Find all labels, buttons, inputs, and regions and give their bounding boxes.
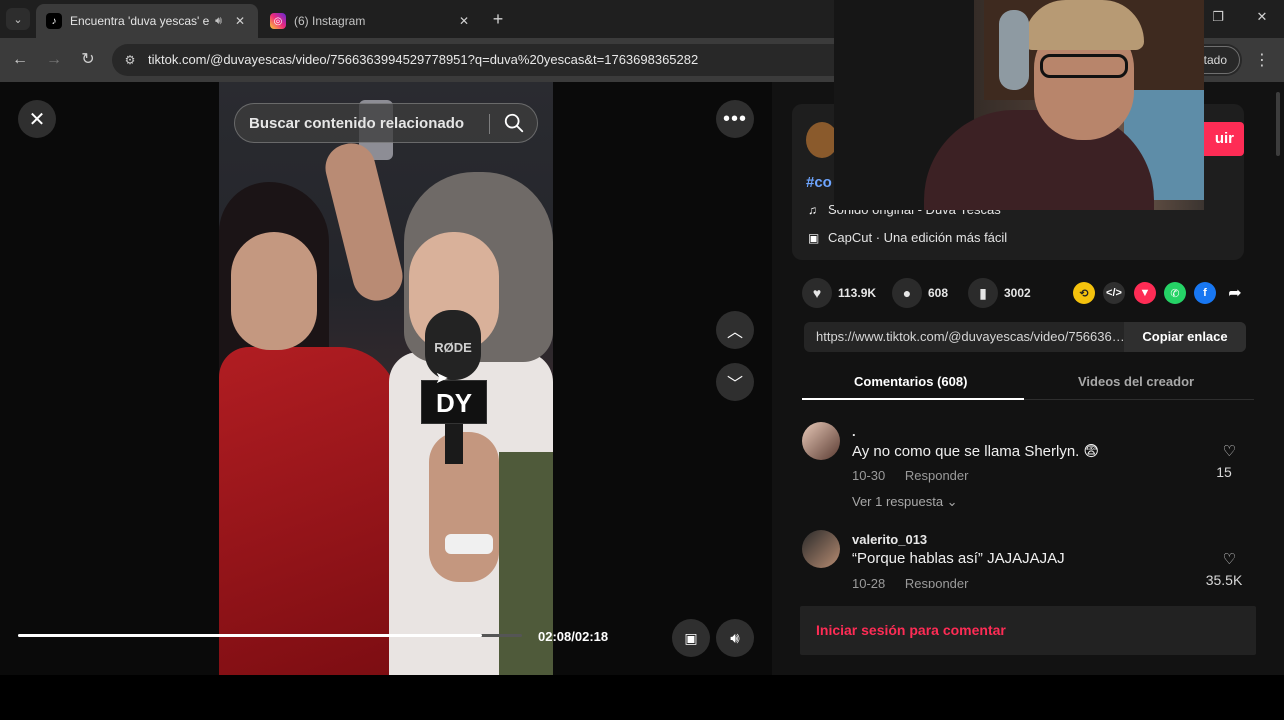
- side-panel-scrollbar[interactable]: [1276, 92, 1280, 156]
- miniplayer-icon[interactable]: ▣: [672, 619, 710, 657]
- video-scene: [445, 534, 493, 554]
- video-scene: [429, 432, 499, 582]
- comment-count: 608: [928, 286, 949, 300]
- webcam-person: [1024, 0, 1144, 50]
- video-scene: [219, 347, 399, 675]
- share-arrow-icon[interactable]: ➦: [1224, 282, 1246, 304]
- forward-icon[interactable]: →: [44, 50, 64, 70]
- capcut-icon: ▣: [808, 231, 820, 245]
- volume-icon[interactable]: 🔊︎: [716, 619, 754, 657]
- video-frame[interactable]: RØDE DY ➤: [219, 82, 553, 675]
- tiktok-icon: ♪: [46, 13, 62, 29]
- video-time: 02:08/02:18: [538, 629, 609, 644]
- search-icon[interactable]: [503, 112, 525, 134]
- restore-window-icon[interactable]: ❐: [1208, 9, 1228, 25]
- comment-text: Ay no como que se llama Sherlyn. 😨: [852, 443, 1100, 460]
- video-progress-fill: [18, 634, 483, 637]
- comment-like-count: 15: [1216, 464, 1232, 480]
- search-placeholder: Buscar contenido relacionado: [249, 115, 465, 132]
- comments-tabs: Comentarios (608) Videos del creador: [802, 364, 1254, 400]
- like-count: 113.9K: [838, 286, 877, 300]
- video-player: RØDE DY ➤ ✕ ••• ︿ ﹀ ▣ 🔊︎ Buscar contenid…: [0, 82, 772, 675]
- music-note-icon: ♫: [808, 203, 817, 217]
- comment-date: 10-30: [852, 468, 886, 483]
- facebook-icon[interactable]: f: [1194, 282, 1216, 304]
- comment-date: 10-28: [852, 576, 886, 588]
- close-tab-icon[interactable]: ✕: [232, 14, 248, 28]
- repost-icon[interactable]: ⟲: [1073, 282, 1095, 304]
- save-count: 3002: [1004, 286, 1031, 300]
- browser-menu-icon[interactable]: ⋮: [1254, 50, 1270, 70]
- save-button[interactable]: ▮ 3002: [968, 278, 1031, 308]
- previous-video-button[interactable]: ︿: [716, 311, 754, 349]
- reload-icon[interactable]: ↻: [78, 50, 98, 70]
- comment-text: “Porque hablas así” JAJAJAJAJ: [852, 550, 1065, 567]
- bookmark-icon: ▮: [968, 278, 998, 308]
- video-scene: [231, 232, 317, 350]
- close-tab-icon[interactable]: ✕: [456, 14, 472, 28]
- url-text[interactable]: tiktok.com/@duvayescas/video/75663639945…: [148, 52, 698, 67]
- capcut-link[interactable]: ▣ CapCut · Una edición más fácil: [808, 230, 1007, 245]
- comment-item: . Ay no como que se llama Sherlyn. 😨 10-…: [802, 418, 1254, 524]
- hashtag-link[interactable]: #co: [806, 174, 832, 191]
- tab-tiktok[interactable]: ♪ Encuentra 'duva yescas' en 🔊︎ ✕: [36, 4, 258, 38]
- video-progress-bar[interactable]: [18, 634, 522, 637]
- mic-cube-label: DY: [421, 380, 487, 424]
- comment-like-count: 35.5K: [1205, 572, 1243, 588]
- search-divider: [489, 114, 490, 134]
- more-options-icon[interactable]: •••: [716, 100, 754, 138]
- reply-button[interactable]: Responder: [905, 576, 969, 588]
- next-video-button[interactable]: ﹀: [716, 363, 754, 401]
- copy-link-button[interactable]: Copiar enlace: [1124, 322, 1246, 352]
- copy-link-row: https://www.tiktok.com/@duvayescas/video…: [804, 322, 1246, 352]
- instagram-icon: ◎: [270, 13, 286, 29]
- like-button[interactable]: ♥ 113.9K: [802, 278, 876, 308]
- tab-title: (6) Instagram: [294, 14, 366, 28]
- webcam-person: [1040, 54, 1128, 78]
- commenter-avatar[interactable]: [802, 422, 840, 460]
- embed-icon[interactable]: </>: [1103, 282, 1125, 304]
- comment-bubble-icon: ●: [892, 278, 922, 308]
- comment-meta: 10-28 Responder: [852, 576, 968, 588]
- headset-icon: [999, 10, 1029, 90]
- tab-instagram[interactable]: ◎ (6) Instagram ✕: [260, 4, 482, 38]
- heart-icon[interactable]: ♡: [1223, 550, 1236, 568]
- new-tab-button[interactable]: +: [488, 9, 508, 29]
- close-video-button[interactable]: ✕: [18, 100, 56, 138]
- whatsapp-icon[interactable]: ✆: [1164, 282, 1186, 304]
- comment-username[interactable]: .: [852, 424, 856, 439]
- heart-icon[interactable]: ♡: [1223, 442, 1236, 460]
- comment-button[interactable]: ● 608: [892, 278, 948, 308]
- tab-creator-videos[interactable]: Videos del creador: [1078, 374, 1194, 389]
- send-icon[interactable]: ▼: [1134, 282, 1156, 304]
- login-to-comment-label: Iniciar sesión para comentar: [816, 622, 1006, 638]
- mic-brand-label: RØDE: [434, 340, 472, 355]
- video-scene: [320, 138, 408, 306]
- back-icon[interactable]: ←: [10, 50, 30, 70]
- login-to-comment-bar[interactable]: Iniciar sesión para comentar: [800, 606, 1256, 655]
- related-search-input[interactable]: Buscar contenido relacionado: [234, 103, 538, 143]
- commenter-avatar[interactable]: [802, 530, 840, 568]
- comments-list: . Ay no como que se llama Sherlyn. 😨 10-…: [802, 418, 1254, 588]
- tab-comments[interactable]: Comentarios (608): [854, 374, 967, 389]
- comment-username[interactable]: valerito_013: [852, 532, 927, 547]
- close-window-icon[interactable]: ✕: [1252, 9, 1272, 25]
- reply-button[interactable]: Responder: [905, 468, 969, 483]
- speaker-icon[interactable]: 🔊︎: [215, 15, 222, 28]
- comment-meta: 10-30 Responder: [852, 468, 968, 483]
- mouse-cursor-icon: ➤: [435, 370, 449, 387]
- video-link-text[interactable]: https://www.tiktok.com/@duvayescas/video…: [816, 329, 1128, 344]
- site-info-icon[interactable]: ⚙: [122, 52, 138, 68]
- heart-icon: ♥: [802, 278, 832, 308]
- tab-title: Encuentra 'duva yescas' en: [70, 14, 210, 28]
- video-scene: [445, 424, 463, 464]
- active-tab-indicator: [802, 398, 1024, 400]
- webcam-overlay: [834, 0, 1204, 210]
- comment-item: valerito_013 “Porque hablas así” JAJAJAJ…: [802, 526, 1254, 588]
- tab-search-icon[interactable]: ⌄: [6, 8, 30, 30]
- view-replies-button[interactable]: Ver 1 respuesta ⌄: [852, 494, 958, 510]
- capcut-label: CapCut · Una edición más fácil: [828, 230, 1008, 245]
